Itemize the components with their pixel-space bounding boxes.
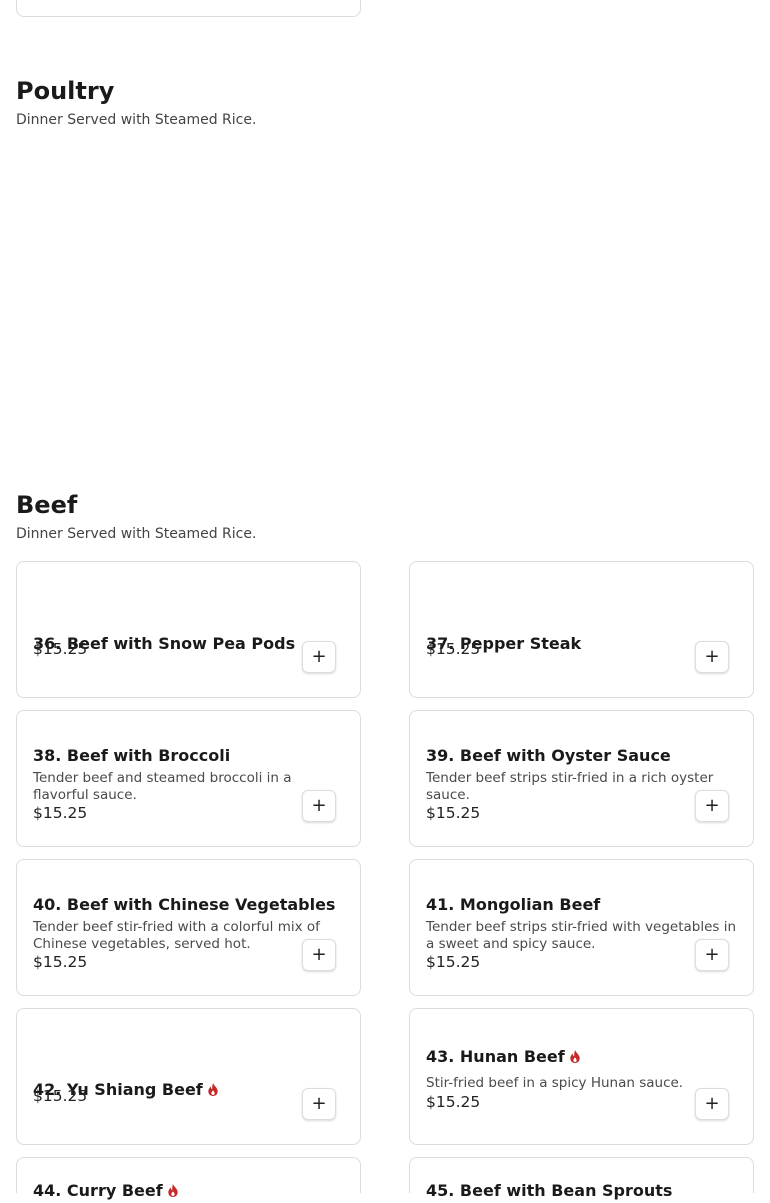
section-title-beef: Beef bbox=[16, 491, 78, 519]
item-description: Tender beef stir-fried with a colorful m… bbox=[33, 919, 320, 952]
add-to-cart-button[interactable]: + bbox=[695, 790, 729, 822]
flame-icon bbox=[207, 1080, 219, 1102]
plus-icon: + bbox=[311, 1093, 327, 1114]
menu-item-card[interactable]: 44. Curry Beef bbox=[16, 1157, 361, 1200]
plus-icon: + bbox=[311, 646, 327, 667]
add-to-cart-button[interactable]: + bbox=[695, 1088, 729, 1120]
menu-item-card[interactable]: 45. Beef with Bean Sprouts bbox=[409, 1157, 754, 1200]
item-description: Stir-fried beef in a spicy Hunan sauce. bbox=[426, 1075, 684, 1091]
plus-icon: + bbox=[704, 1093, 720, 1114]
section-subtitle-poultry: Dinner Served with Steamed Rice. bbox=[16, 112, 257, 128]
item-price: $15.25 bbox=[33, 804, 88, 822]
section-title-poultry: Poultry bbox=[16, 77, 115, 105]
flame-icon bbox=[167, 1181, 179, 1203]
item-price: $15.25 bbox=[426, 953, 481, 971]
menu-item-card[interactable]: 43. Hunan Beef Stir-fried beef in a spic… bbox=[409, 1008, 754, 1145]
item-price: $15.25 bbox=[33, 1087, 88, 1105]
add-to-cart-button[interactable]: + bbox=[302, 939, 336, 971]
item-price: $15.25 bbox=[426, 640, 481, 658]
item-price: $15.25 bbox=[426, 1093, 481, 1111]
item-name: 38. Beef with Broccoli bbox=[33, 746, 231, 765]
menu-item-card[interactable]: 36. Beef with Snow Pea Pods $15.25 + bbox=[16, 561, 361, 698]
item-price: $15.25 bbox=[33, 953, 88, 971]
add-to-cart-button[interactable]: + bbox=[695, 939, 729, 971]
add-to-cart-button[interactable]: + bbox=[302, 641, 336, 673]
menu-item-card[interactable]: 41. Mongolian Beef Tender beef strips st… bbox=[409, 859, 754, 996]
flame-icon bbox=[569, 1047, 581, 1069]
plus-icon: + bbox=[311, 795, 327, 816]
item-name: 41. Mongolian Beef bbox=[426, 895, 601, 914]
item-name: 45. Beef with Bean Sprouts bbox=[426, 1181, 673, 1200]
menu-item-card[interactable]: 42. Yu Shiang Beef $15.25 + bbox=[16, 1008, 361, 1145]
item-name: 44. Curry Beef bbox=[33, 1180, 179, 1203]
item-price: $15.25 bbox=[426, 804, 481, 822]
item-name: 43. Hunan Beef bbox=[426, 1046, 737, 1069]
menu-item-card-partial[interactable] bbox=[16, 0, 361, 17]
plus-icon: + bbox=[311, 944, 327, 965]
add-to-cart-button[interactable]: + bbox=[302, 1088, 336, 1120]
item-name: 39. Beef with Oyster Sauce bbox=[426, 746, 671, 765]
add-to-cart-button[interactable]: + bbox=[302, 790, 336, 822]
menu-item-card[interactable]: 39. Beef with Oyster Sauce Tender beef s… bbox=[409, 710, 754, 847]
item-price: $15.25 bbox=[33, 640, 88, 658]
add-to-cart-button[interactable]: + bbox=[695, 641, 729, 673]
plus-icon: + bbox=[704, 795, 720, 816]
plus-icon: + bbox=[704, 944, 720, 965]
item-description: Tender beef strips stir-fried in a rich … bbox=[426, 770, 714, 803]
plus-icon: + bbox=[704, 646, 720, 667]
item-name: 40. Beef with Chinese Vegetables bbox=[33, 895, 336, 914]
item-description: Tender beef and steamed broccoli in a fl… bbox=[33, 770, 292, 803]
section-subtitle-beef: Dinner Served with Steamed Rice. bbox=[16, 526, 257, 542]
menu-item-card[interactable]: 40. Beef with Chinese Vegetables Tender … bbox=[16, 859, 361, 996]
item-description: Tender beef strips stir-fried with veget… bbox=[426, 919, 737, 952]
menu-item-card[interactable]: 37. Pepper Steak $15.25 + bbox=[409, 561, 754, 698]
menu-item-card[interactable]: 38. Beef with Broccoli Tender beef and s… bbox=[16, 710, 361, 847]
